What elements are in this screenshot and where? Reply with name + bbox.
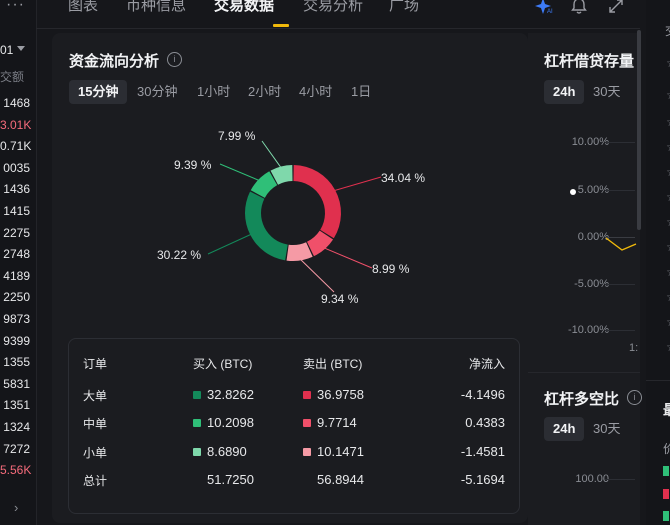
star-icon[interactable]: ☆: [666, 165, 670, 179]
star-icon[interactable]: ☆: [666, 340, 670, 354]
sidebar-divider: [646, 380, 670, 381]
leverage-loan-title: 杠杆借贷存量: [544, 53, 635, 70]
slice-label-medium-buy: 9.39 %: [174, 158, 212, 172]
sell-color-swatch: [303, 418, 311, 427]
star-icon[interactable]: ☆: [666, 265, 670, 279]
fund-flow-table: 订单 买入 (BTC) 卖出 (BTC) 净流入 大单 32.8262 36.9…: [68, 338, 520, 514]
price-marker: [663, 511, 669, 521]
buy-color-swatch: [193, 418, 201, 427]
net-cell: -1.4581: [460, 444, 505, 459]
x-tick-partial: 1:: [629, 342, 639, 354]
right-sidebar: 交 ☆ ☆ ☆ ☆ ☆ ☆ ☆ ☆ ☆ ☆ ☆ ☆ 最 价: [646, 0, 670, 525]
buy-cell: 51.7250: [207, 472, 254, 487]
leader-line: [207, 233, 253, 255]
slice-label-large-sell: 34.04 %: [381, 171, 426, 185]
cursor-dot-icon: [570, 189, 576, 195]
row-label: 中单: [83, 417, 108, 431]
col-header-net: 净流入: [468, 357, 505, 371]
star-icon[interactable]: ☆: [666, 240, 670, 254]
leader-line: [261, 140, 282, 169]
col-header-sell: 卖出 (BTC): [303, 357, 363, 371]
sidebar-text: 交: [665, 22, 670, 39]
sell-cell: 9.7714: [303, 415, 357, 430]
sell-cell: 56.8944: [317, 472, 364, 487]
y-tick: -5.00%: [574, 278, 609, 290]
table-row-total: 总计 51.7250 56.8944 -5.1694: [69, 472, 519, 492]
table-row: 中单 10.2098 9.7714 0.4383: [69, 415, 519, 435]
row-label: 大单: [83, 389, 108, 403]
sidebar-heading: 最: [663, 400, 670, 420]
buy-cell: 8.6890: [193, 444, 247, 459]
sell-color-swatch: [303, 447, 311, 456]
slice-label-medium-sell: 8.99 %: [372, 262, 410, 276]
slice-label-small-sell: 9.34 %: [321, 292, 359, 306]
star-icon[interactable]: ☆: [666, 56, 670, 70]
table-row: 小单 8.6890 10.1471 -1.4581: [69, 444, 519, 464]
y-tick: -10.00%: [568, 324, 609, 336]
leader-line: [219, 163, 261, 182]
star-icon[interactable]: ☆: [666, 115, 670, 129]
sidebar-label: 价: [663, 442, 670, 456]
buy-cell: 10.2098: [193, 415, 254, 430]
range-30d[interactable]: 30天: [584, 80, 629, 104]
grid-line: [605, 142, 635, 143]
leader-line: [299, 258, 335, 293]
grid-line: [605, 190, 635, 191]
star-icon[interactable]: ☆: [666, 190, 670, 204]
y-tick: 100.00: [575, 473, 609, 485]
star-icon[interactable]: ☆: [666, 215, 670, 229]
slice-label-large-buy: 30.22 %: [157, 248, 202, 262]
leverage-ratio-title: 杠杆多空比: [544, 391, 620, 408]
row-label: 小单: [83, 446, 108, 460]
net-cell: -5.1694: [460, 472, 505, 487]
section-divider: [528, 372, 640, 373]
col-header-order: 订单: [83, 357, 108, 371]
buy-cell: 32.8262: [193, 387, 254, 402]
net-cell: -4.1496: [460, 387, 505, 402]
table-row: 大单 32.8262 36.9758 -4.1496: [69, 387, 519, 407]
sell-cell: 36.9758: [303, 387, 364, 402]
grid-line: [605, 330, 635, 331]
range-24h[interactable]: 24h: [544, 80, 585, 104]
leverage-loan-line: [605, 237, 637, 251]
net-cell: 0.4383: [465, 415, 505, 430]
buy-color-swatch: [193, 390, 201, 399]
star-icon[interactable]: ☆: [666, 88, 670, 102]
price-marker: [663, 466, 669, 476]
leader-line: [333, 176, 382, 192]
star-icon[interactable]: ☆: [666, 290, 670, 304]
range-24h[interactable]: 24h: [544, 417, 585, 441]
col-header-buy: 买入 (BTC): [193, 357, 253, 371]
donut-hole: [262, 182, 324, 244]
buy-color-swatch: [193, 447, 201, 456]
slice-label-small-buy: 7.99 %: [218, 129, 256, 143]
info-icon[interactable]: i: [627, 390, 642, 405]
range-30d[interactable]: 30天: [584, 417, 629, 441]
star-icon[interactable]: ☆: [666, 140, 670, 154]
star-icon[interactable]: ☆: [666, 315, 670, 329]
leader-line: [323, 247, 373, 269]
grid-line: [605, 284, 635, 285]
sell-cell: 10.1471: [303, 444, 364, 459]
scrollbar[interactable]: [637, 30, 641, 230]
y-tick: 10.00%: [571, 136, 609, 148]
price-marker: [663, 489, 669, 499]
grid-line: [605, 479, 635, 480]
sell-color-swatch: [303, 390, 311, 399]
row-label: 总计: [83, 474, 108, 488]
